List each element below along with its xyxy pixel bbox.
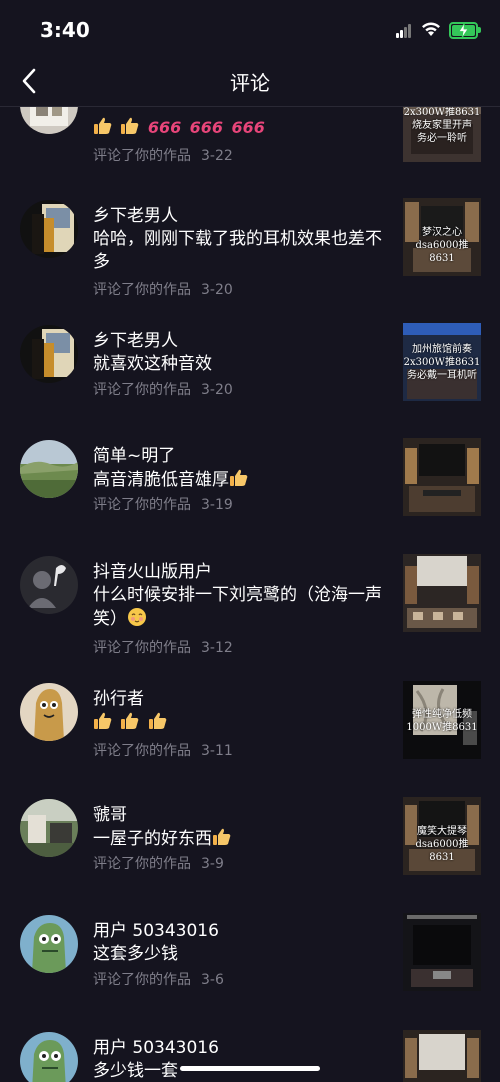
list-item[interactable]: 用户 50343016 多少钱一套 <box>0 1026 500 1082</box>
comment-meta: 评论了你的作品 3-9 <box>93 853 224 873</box>
wifi-icon <box>422 22 440 36</box>
video-thumbnail[interactable]: 加州旅馆前奏 2x300W推8631 务必戴一耳机听 <box>403 323 481 401</box>
comment-text: 什么时候安排一下刘亮鹭的（沧海一声笑） <box>93 585 382 629</box>
comment-date: 3-22 <box>201 148 233 164</box>
cellular-signal-icon <box>396 24 412 38</box>
comment-text: 多少钱一套 <box>93 1061 178 1081</box>
comment-meta: 评论了你的作品 3-6 <box>93 969 224 989</box>
avatar[interactable] <box>20 325 78 383</box>
comment-date: 3-9 <box>201 856 224 872</box>
comment-text: 高音清脆低音雄厚 <box>93 468 393 492</box>
comment-date: 3-6 <box>201 972 224 988</box>
status-bar: 3:40 <box>0 0 500 58</box>
battery-icon <box>449 22 478 39</box>
comment-action: 评论了你的作品 <box>93 640 191 656</box>
username[interactable]: 抖音火山版用户 <box>93 557 212 582</box>
comment-date: 3-20 <box>201 282 233 298</box>
comment-meta: 评论了你的作品 3-20 <box>93 279 233 299</box>
comment-date: 3-12 <box>201 640 233 656</box>
thumbnail-caption: 2x300W推8631 烧友家里开声 务必一聆听 <box>403 107 481 144</box>
comment-action: 评论了你的作品 <box>93 497 191 513</box>
username[interactable]: 乡下老男人 <box>93 326 178 351</box>
thumbs-up-icon <box>93 116 113 136</box>
comment-action: 评论了你的作品 <box>93 743 191 759</box>
list-item[interactable]: 乡下老男人 哈哈，刚刚下载了我的耳机效果也差不多 评论了你的作品 3-20 梦汉之… <box>0 194 500 304</box>
list-item[interactable]: 孙行者 评论了你的作品 3-11 弹性纯净低频 1000W推8631 <box>0 677 500 787</box>
video-thumbnail[interactable]: 弹性纯净低频 1000W推8631 <box>403 681 481 759</box>
list-item[interactable]: 用户 50343016 这套多少钱 评论了你的作品 3-6 <box>0 909 500 1019</box>
screen: 3:40 评论 666 666 666 评论了你的作品 3-22 2x300W推… <box>0 0 500 1082</box>
blushing-face-icon <box>127 607 147 627</box>
thumbnail-caption: 魔笑大提琴 dsa6000推8631 <box>415 826 469 863</box>
thumbnail-caption: 弹性纯净低频 1000W推8631 <box>406 709 478 733</box>
comment-action: 评论了你的作品 <box>93 282 191 298</box>
video-thumbnail[interactable]: 梦汉之心 dsa6000推8631 <box>403 198 481 276</box>
comment-text: 就喜欢这种音效 <box>93 354 212 374</box>
list-item[interactable]: 抖音火山版用户 什么时候安排一下刘亮鹭的（沧海一声笑） 评论了你的作品 3-12 <box>0 550 500 660</box>
comment-meta: 评论了你的作品 3-22 <box>93 145 233 165</box>
comment-meta: 评论了你的作品 3-11 <box>93 740 233 760</box>
avatar[interactable] <box>20 683 78 741</box>
comment-meta: 评论了你的作品 3-20 <box>93 379 233 399</box>
username[interactable]: 简单~明了 <box>93 441 175 466</box>
thumbnail-caption: 梦汉之心 dsa6000推8631 <box>415 227 469 264</box>
thumbs-up-icon <box>212 827 232 847</box>
list-item[interactable]: 虢哥 一屋子的好东西 评论了你的作品 3-9 魔笑大提琴 dsa6000推8631 <box>0 793 500 903</box>
thumbs-up-icon <box>120 711 140 731</box>
avatar[interactable] <box>20 915 78 973</box>
video-thumbnail[interactable] <box>403 438 481 516</box>
username[interactable]: 虢哥 <box>93 800 127 825</box>
thumbs-up-icon <box>120 116 140 136</box>
six-six-six-icon: 666 <box>147 118 182 137</box>
comment-date: 3-19 <box>201 497 233 513</box>
comment-text: 这套多少钱 <box>93 944 178 964</box>
thumbs-up-icon <box>148 711 168 731</box>
comment-text: 666 666 666 <box>93 116 393 140</box>
thumbs-up-icon <box>93 711 113 731</box>
comment-action: 评论了你的作品 <box>93 148 191 164</box>
comment-text: 哈哈，刚刚下载了我的耳机效果也差不多 <box>93 229 382 272</box>
comment-action: 评论了你的作品 <box>93 972 191 988</box>
avatar[interactable] <box>20 1032 78 1082</box>
username[interactable]: 孙行者 <box>93 684 144 709</box>
status-time: 3:40 <box>40 18 90 42</box>
username[interactable]: 用户 50343016 <box>93 1033 219 1058</box>
username[interactable]: 乡下老男人 <box>93 201 178 226</box>
comment-date: 3-11 <box>201 743 233 759</box>
avatar[interactable] <box>20 440 78 498</box>
username[interactable]: 用户 50343016 <box>93 916 219 941</box>
video-thumbnail[interactable] <box>403 1030 481 1082</box>
video-thumbnail[interactable] <box>403 913 481 991</box>
comment-list[interactable]: 666 666 666 评论了你的作品 3-22 2x300W推8631 烧友家里开… <box>0 107 500 1082</box>
video-thumbnail[interactable]: 2x300W推8631 烧友家里开声 务必一聆听 <box>403 107 481 162</box>
avatar[interactable] <box>20 799 78 857</box>
comment-action: 评论了你的作品 <box>93 382 191 398</box>
video-thumbnail[interactable] <box>403 554 481 632</box>
comment-date: 3-20 <box>201 382 233 398</box>
comment-text: 一屋子的好东西 <box>93 827 393 851</box>
list-item[interactable]: 乡下老男人 就喜欢这种音效 评论了你的作品 3-20 加州旅馆前奏 2x300W推8… <box>0 319 500 429</box>
avatar[interactable] <box>20 556 78 614</box>
six-six-six-icon: 666 <box>231 118 265 137</box>
battery-tip <box>478 27 481 33</box>
comment-meta: 评论了你的作品 3-12 <box>93 637 233 657</box>
thumbs-up-icon <box>229 468 249 488</box>
home-indicator[interactable] <box>180 1066 320 1071</box>
comment-text <box>93 711 393 735</box>
comment-meta: 评论了你的作品 3-19 <box>93 494 233 514</box>
list-item[interactable]: 简单~明了 高音清脆低音雄厚 评论了你的作品 3-19 <box>0 434 500 544</box>
page-title: 评论 <box>230 71 270 95</box>
nav-bar: 评论 <box>0 58 500 107</box>
video-thumbnail[interactable]: 魔笑大提琴 dsa6000推8631 <box>403 797 481 875</box>
thumbnail-caption: 加州旅馆前奏 2x300W推8631 务必戴一耳机听 <box>403 344 481 381</box>
avatar[interactable] <box>20 107 78 134</box>
comment-action: 评论了你的作品 <box>93 856 191 872</box>
avatar[interactable] <box>20 200 78 258</box>
six-six-six-icon: 666 <box>189 118 224 137</box>
